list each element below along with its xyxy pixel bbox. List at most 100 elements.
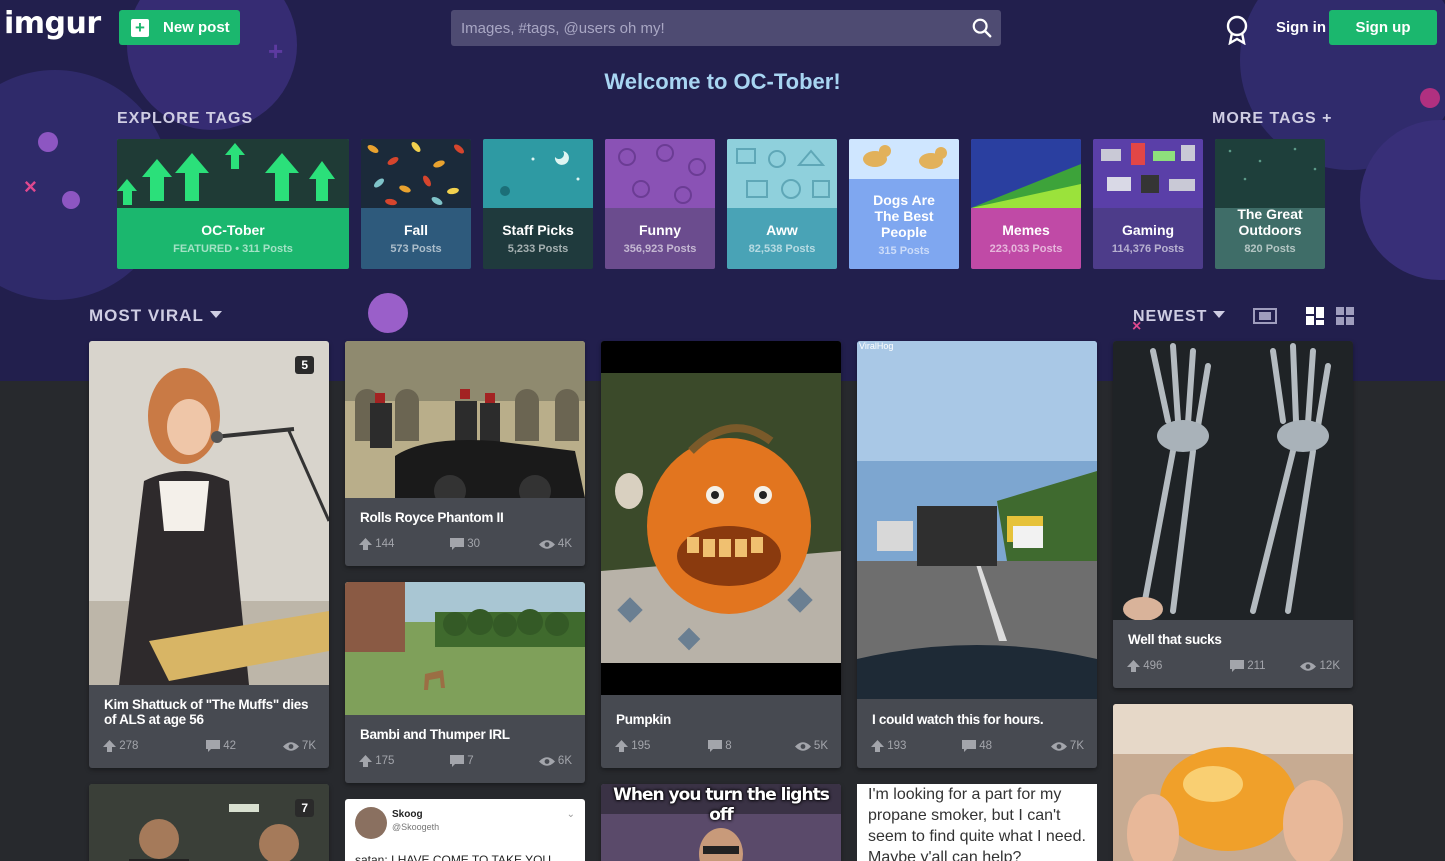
post-title: Kim Shattuck of "The Muffs" dies of ALS …	[104, 697, 309, 727]
upvote-count: 278	[119, 740, 139, 752]
decor-plus: +	[268, 36, 284, 66]
post-card[interactable]: Bambi and Thumper IRL 175 7 6K	[345, 582, 585, 783]
more-tags-link[interactable]: MORE TAGS +	[1212, 110, 1333, 128]
eye-icon	[1050, 741, 1067, 751]
tag-image-arrows	[117, 139, 349, 208]
search-bar[interactable]	[451, 10, 1001, 46]
film-view-icon[interactable]	[1253, 307, 1277, 325]
new-post-button[interactable]: + New post	[119, 10, 240, 45]
post-card-text[interactable]: I'm looking for a part for my propane sm…	[857, 784, 1097, 861]
tag-label: OC-Tober FEATURED • 311 Posts	[117, 208, 349, 269]
tag-name: The Great Outdoors	[1237, 206, 1303, 238]
tag-label: The Great Outdoors 820 Posts	[1215, 192, 1325, 269]
tweet-handle: @Skoogeth	[392, 822, 440, 832]
tag-tile-oc-tober[interactable]: OC-Tober FEATURED • 311 Posts	[117, 139, 349, 269]
tag-image-stripes	[971, 139, 1081, 208]
caret-down-icon	[209, 311, 222, 318]
post-card[interactable]: 7	[89, 784, 329, 861]
tag-label: Fall 573 Posts	[361, 208, 471, 269]
post-card-tweet[interactable]: Skoog @Skoogeth ⌄ satan: I HAVE COME TO …	[345, 799, 585, 861]
upvote-count: 175	[375, 755, 395, 767]
grid-view-icon[interactable]	[1306, 307, 1324, 325]
post-image-egg-yolk	[1113, 704, 1353, 861]
eye-icon	[282, 741, 299, 751]
post-card[interactable]: Rolls Royce Phantom II 144 30 4K	[345, 341, 585, 566]
post-card[interactable]: ViralHog I could watch this for hours. 1…	[857, 341, 1097, 768]
upvote-stat: 193	[871, 740, 906, 752]
chevron-down-icon: ⌄	[566, 809, 575, 820]
upvote-count: 496	[1143, 660, 1163, 672]
tag-count: 114,376 Posts	[1111, 243, 1185, 255]
tag-tile-outdoors[interactable]: The Great Outdoors 820 Posts	[1215, 139, 1325, 269]
upvote-icon	[359, 755, 372, 767]
imgur-logo[interactable]: imgur	[4, 6, 101, 41]
comment-icon	[450, 538, 464, 550]
post-card[interactable]: Well that sucks 496 211 12K	[1113, 341, 1353, 688]
tag-image-pattern	[605, 139, 715, 208]
comment-count: 211	[1247, 660, 1266, 672]
tag-name: Aww	[766, 222, 798, 238]
tag-image-consoles	[1093, 139, 1203, 208]
newest-dropdown[interactable]: NEWEST	[1133, 308, 1226, 326]
tag-tile-dogs[interactable]: Dogs Are The Best People 315 Posts	[849, 139, 959, 269]
tag-tile-memes[interactable]: Memes 223,033 Posts	[971, 139, 1081, 269]
sign-in-link[interactable]: Sign in	[1276, 19, 1326, 36]
post-title: I could watch this for hours.	[872, 712, 1044, 727]
tag-label: Gaming 114,376 Posts	[1093, 208, 1203, 269]
post-stats: 144 30 4K	[359, 538, 572, 552]
meme-caption: When you turn the lights off	[613, 785, 830, 825]
eye-icon	[538, 756, 555, 766]
tag-tile-staff-picks[interactable]: Staff Picks 5,233 Posts	[483, 139, 593, 269]
decor-cross: ×	[24, 174, 37, 199]
post-card[interactable]: When you turn the lights off	[601, 784, 841, 861]
view-count: 12K	[1319, 660, 1340, 672]
tag-tile-funny[interactable]: Funny 356,923 Posts	[605, 139, 715, 269]
text-post-body: I'm looking for a part for my propane sm…	[868, 786, 1086, 861]
caret-down-icon	[1213, 311, 1226, 318]
tag-tile-aww[interactable]: Aww 82,538 Posts	[727, 139, 837, 269]
tag-name: Fall	[403, 222, 429, 238]
upvote-icon	[871, 740, 884, 752]
eye-icon	[1300, 661, 1317, 671]
tag-count: FEATURED • 311 Posts	[173, 243, 293, 255]
comment-stat: 211	[1230, 660, 1266, 672]
comment-stat: 48	[962, 740, 992, 752]
comment-count: 42	[223, 740, 236, 752]
post-card[interactable]	[1113, 704, 1353, 861]
award-icon[interactable]	[1224, 15, 1250, 45]
tag-tile-fall[interactable]: Fall 573 Posts	[361, 139, 471, 269]
post-card[interactable]: Pumpkin 195 8 5K	[601, 341, 841, 768]
welcome-banner-title: Welcome to OC-Tober!	[604, 69, 841, 94]
post-stats: 496 211 12K	[1127, 660, 1340, 674]
sign-up-button[interactable]: Sign up	[1329, 10, 1437, 45]
eye-icon	[794, 741, 811, 751]
plus-icon: +	[131, 18, 149, 37]
tag-count: 5,233 Posts	[507, 243, 569, 255]
tag-label: Aww 82,538 Posts	[727, 208, 837, 269]
post-stats: 195 8 5K	[615, 740, 828, 754]
search-input[interactable]	[451, 10, 951, 46]
decor-dot	[38, 132, 58, 152]
tag-tile-gaming[interactable]: Gaming 114,376 Posts	[1093, 139, 1203, 269]
upvote-stat: 175	[359, 755, 394, 767]
upvote-icon	[615, 740, 628, 752]
view-count: 6K	[557, 755, 572, 767]
tag-label: Staff Picks 5,233 Posts	[483, 208, 593, 269]
post-image-highway	[857, 341, 1097, 699]
post-card[interactable]: 5 Kim Shattuck of "The Muffs" dies of AL…	[89, 341, 329, 768]
tag-label: Funny 356,923 Posts	[605, 208, 715, 269]
most-viral-dropdown[interactable]: MOST VIRAL	[89, 306, 222, 326]
post-image-two-men	[89, 784, 329, 861]
post-image-singer	[89, 341, 329, 685]
album-count-badge: 5	[295, 356, 314, 374]
album-count-badge: 7	[295, 799, 314, 817]
post-image-xray	[1113, 341, 1353, 620]
comment-count: 7	[467, 755, 474, 767]
post-title: Pumpkin	[616, 712, 671, 727]
post-title: Rolls Royce Phantom II	[360, 510, 504, 525]
order-sort-label: NEWEST	[1133, 308, 1208, 325]
tag-image-pets	[727, 139, 837, 208]
uniform-grid-icon[interactable]	[1336, 307, 1354, 325]
tag-image-night-sky	[483, 139, 593, 208]
search-icon[interactable]	[971, 17, 993, 39]
